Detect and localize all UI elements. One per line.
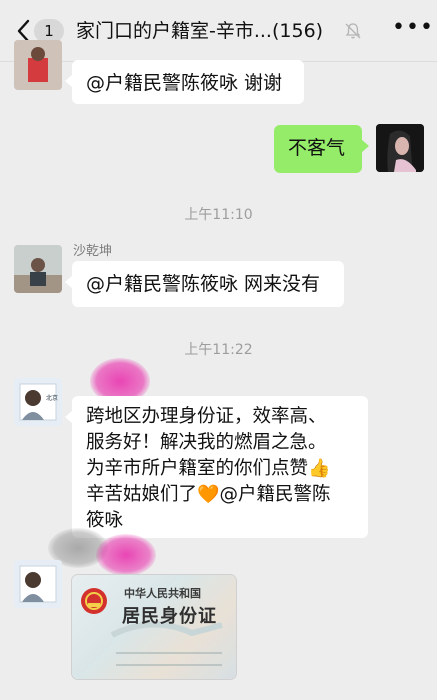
message-bubble[interactable]: @户籍民警陈筱咏 谢谢 [65, 60, 304, 104]
message-line: 跨地区办理身份证，效率高、 [86, 406, 327, 427]
mute-bell-icon [345, 23, 361, 39]
message-line: 为辛市所户籍室的你们点赞👍 [86, 458, 331, 479]
thumbs-up-icon: 👍 [308, 458, 331, 479]
message-text: @户籍民警陈筱咏 谢谢 [86, 72, 283, 94]
id-card-subtitle: 居民身份证 [122, 606, 217, 627]
more-options-icon[interactable]: ••• [392, 17, 433, 40]
avatar[interactable] [14, 245, 62, 293]
sender-name: 沙乾坤 [73, 244, 113, 259]
message-bubble-self[interactable]: 不客气 [274, 125, 369, 173]
timestamp: 上午11:22 [184, 342, 253, 358]
timestamp: 上午11:10 [184, 207, 253, 223]
chat-title: 家门口的户籍室-辛市...(156) [76, 20, 324, 42]
id-card-title: 中华人民共和国 [124, 587, 201, 600]
self-avatar[interactable] [376, 124, 424, 172]
message-bubble[interactable]: 跨地区办理身份证，效率高、 服务好！解决我的燃眉之急。 为辛市所户籍室的你们点赞… [65, 396, 368, 538]
message-line: 辛苦姑娘们了🧡@户籍民警陈 [86, 484, 331, 505]
svg-text:北京: 北京 [46, 394, 58, 402]
message-text: 不客气 [288, 137, 346, 159]
chat-header: 1 家门口的户籍室-辛市...(156) ••• [0, 0, 437, 62]
avatar[interactable] [14, 560, 62, 608]
message-bubble[interactable]: @户籍民警陈筱咏 网来没有 [65, 261, 344, 307]
redaction-scribble [96, 534, 156, 576]
avatar[interactable]: 北京 [14, 378, 62, 426]
message-line: 服务好！解决我的燃眉之急。 [86, 432, 327, 453]
avatar[interactable] [14, 40, 62, 90]
message-line: 筱咏 [86, 510, 124, 531]
id-card-image[interactable]: 中华人民共和国 居民身份证 [72, 575, 236, 679]
message-text: @户籍民警陈筱咏 网来没有 [86, 273, 321, 295]
heart-icon: 🧡 [197, 484, 220, 505]
